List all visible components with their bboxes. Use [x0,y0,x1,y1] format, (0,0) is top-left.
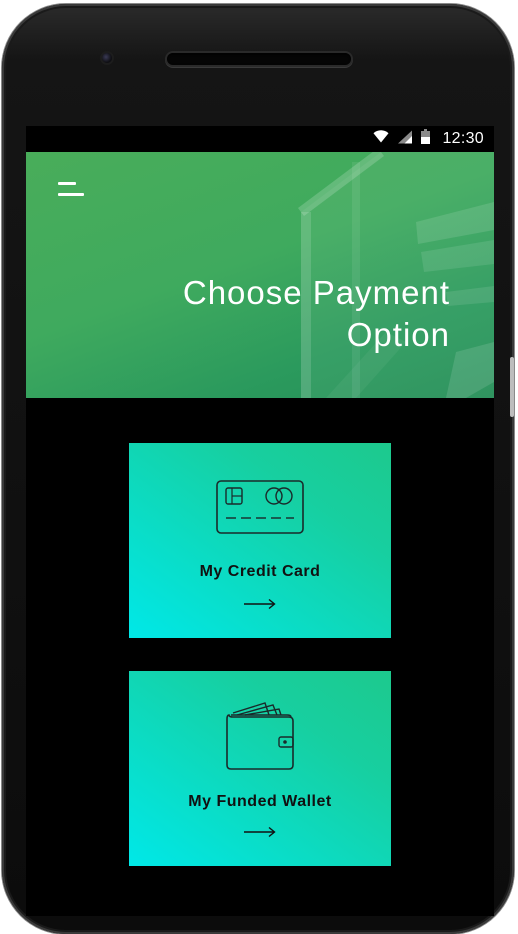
phone-frame: 12:30 Choose Payment Option My Credit Ca… [2,4,514,934]
credit-card-icon [216,480,304,534]
menu-button[interactable] [58,179,88,203]
page-title-line2: Option [346,316,450,353]
app-header: Choose Payment Option [26,152,494,398]
wallet-icon [226,702,294,770]
earpiece-speaker [167,53,351,65]
arrow-right-icon [244,598,276,610]
status-time: 12:30 [442,130,484,147]
power-button [510,357,514,417]
credit-card-option[interactable]: My Credit Card [129,443,391,638]
wifi-icon [373,130,389,148]
cell-signal-icon [397,130,413,149]
arrow-right-icon [244,826,276,838]
screen: 12:30 Choose Payment Option My Credit Ca… [26,126,494,916]
funded-wallet-option[interactable]: My Funded Wallet [129,671,391,866]
front-camera [102,53,112,63]
page-title: Choose Payment Option [90,272,450,356]
page-title-line1: Choose Payment [182,274,450,311]
battery-icon [421,129,431,149]
status-bar: 12:30 [26,126,494,152]
credit-card-label: My Credit Card [199,563,321,580]
funded-wallet-label: My Funded Wallet [188,793,332,810]
